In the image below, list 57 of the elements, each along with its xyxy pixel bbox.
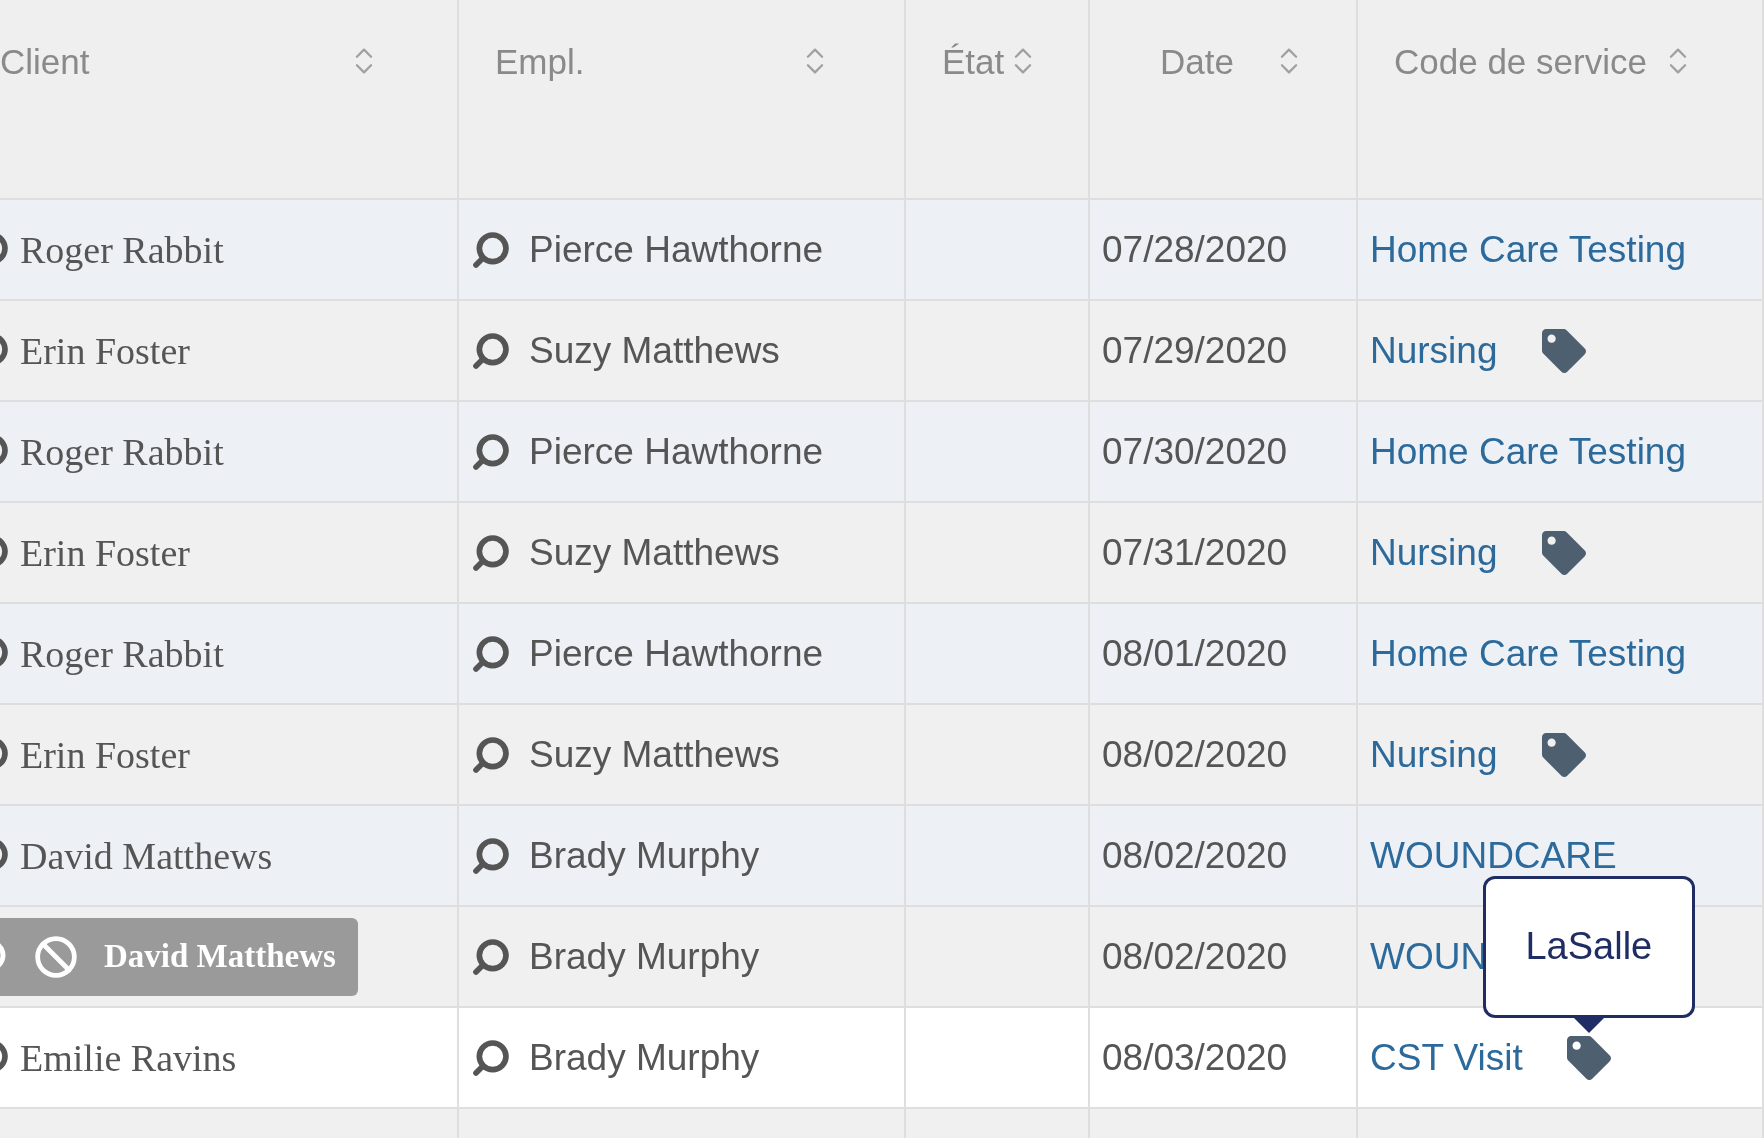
table-row[interactable]: Erin Foster Suzy Matthews 07/29/2020 Nursing: [0, 301, 1764, 402]
table-row[interactable]: Erin Foster Suzy Matthews 08/02/2020 Nursing: [0, 705, 1764, 806]
employee-name[interactable]: Suzy Matthews: [529, 733, 780, 776]
table-row[interactable]: Erin Foster Suzy Matthews 07/31/2020 Nursing: [0, 503, 1764, 604]
ban-icon: [34, 934, 78, 979]
tag-icon[interactable]: [1566, 1035, 1611, 1080]
employee-name[interactable]: Suzy Matthews: [529, 329, 780, 372]
search-icon[interactable]: [471, 936, 511, 977]
client-name[interactable]: Roger Rabbit: [20, 429, 224, 474]
date-text: 08/03/2020: [1102, 1036, 1288, 1079]
client-name[interactable]: David Matthews: [20, 833, 273, 878]
tag-icon[interactable]: [1541, 328, 1586, 373]
employee-name[interactable]: Suzy Matthews: [529, 531, 780, 574]
search-icon[interactable]: [471, 734, 511, 775]
tooltip: LaSalle: [1482, 875, 1695, 1018]
client-name[interactable]: Roger Rabbit: [20, 631, 224, 676]
date-text: 07/31/2020: [1102, 531, 1288, 574]
tooltip-pointer: [1571, 1015, 1606, 1034]
search-icon[interactable]: [471, 330, 511, 371]
table-row[interactable]: David Matthews Brady Murphy 08/02/2020 WOUNDCARE: [0, 806, 1764, 907]
date-text: 07/28/2020: [1102, 228, 1288, 271]
date-text: 07/29/2020: [1102, 329, 1288, 372]
search-icon[interactable]: [471, 229, 511, 270]
service-link[interactable]: Nursing: [1370, 733, 1498, 776]
employee-name[interactable]: Brady Murphy: [529, 935, 760, 978]
service-link[interactable]: Nursing: [1370, 329, 1498, 372]
client-name[interactable]: Erin Foster: [20, 530, 190, 575]
service-link[interactable]: Home Care Testing: [1370, 228, 1687, 271]
client-name[interactable]: Erin Foster: [20, 328, 190, 373]
date-text: 08/01/2020: [1102, 632, 1288, 675]
service-link[interactable]: Home Care Testing: [1370, 632, 1687, 675]
date-text: 08/02/2020: [1102, 834, 1288, 877]
search-icon[interactable]: [471, 1037, 511, 1078]
employee-name[interactable]: Pierce Hawthorne: [529, 228, 824, 271]
employee-name[interactable]: Brady Murphy: [529, 1036, 760, 1079]
tag-icon[interactable]: [1541, 530, 1586, 575]
employee-name[interactable]: Pierce Hawthorne: [529, 632, 824, 675]
search-icon[interactable]: [471, 835, 511, 876]
search-icon[interactable]: [471, 532, 511, 573]
service-link[interactable]: WOUNDCARE: [1370, 834, 1617, 877]
tag-icon[interactable]: [1541, 732, 1586, 777]
search-icon[interactable]: [471, 633, 511, 674]
client-name[interactable]: Roger Rabbit: [20, 227, 224, 272]
client-name[interactable]: Erin Foster: [20, 732, 190, 777]
search-icon[interactable]: [471, 431, 511, 472]
table-row[interactable]: Roger Rabbit Pierce Hawthorne 07/28/2020 Home Care Testing: [0, 200, 1764, 301]
client-name[interactable]: Emilie Ravins: [20, 1035, 237, 1080]
employee-name[interactable]: Pierce Hawthorne: [529, 430, 824, 473]
employee-name[interactable]: Brady Murphy: [529, 834, 760, 877]
service-link[interactable]: CST Visit: [1370, 1036, 1523, 1079]
table-row[interactable]: Roger Rabbit Pierce Hawthorne 08/01/2020 Home Care Testing: [0, 604, 1764, 705]
service-link[interactable]: Nursing: [1370, 531, 1498, 574]
date-text: 08/02/2020: [1102, 733, 1288, 776]
date-text: 07/30/2020: [1102, 430, 1288, 473]
table-row[interactable]: Roger Rabbit Pierce Hawthorne 07/30/2020 Home Care Testing: [0, 402, 1764, 503]
service-link[interactable]: Home Care Testing: [1370, 430, 1687, 473]
date-text: 08/02/2020: [1102, 935, 1288, 978]
